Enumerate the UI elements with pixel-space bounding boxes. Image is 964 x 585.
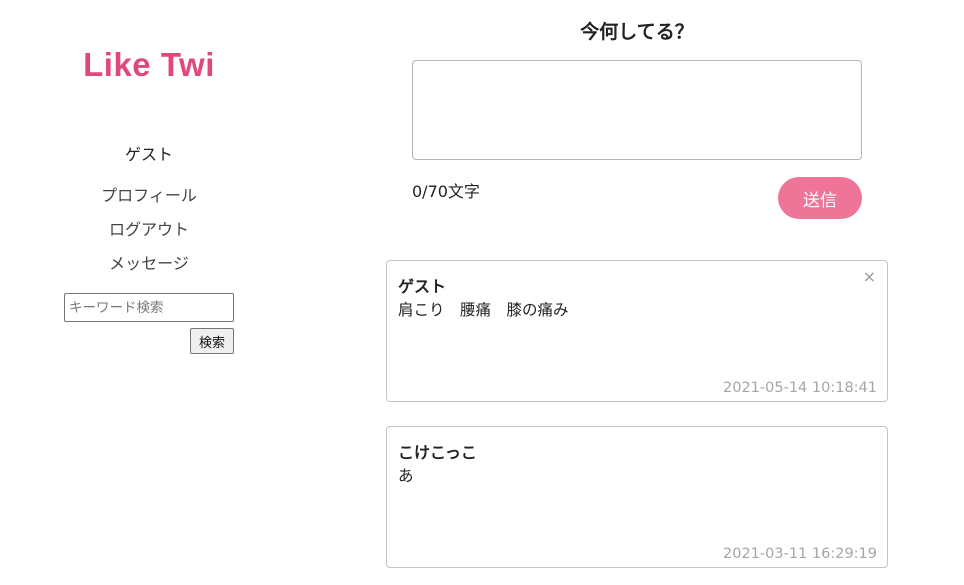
compose-textarea[interactable] (412, 60, 862, 160)
nav-logout-link[interactable]: ログアウト (60, 216, 238, 240)
delete-post-icon[interactable]: × (863, 269, 876, 285)
post-body: 肩こり 腰痛 膝の痛み (398, 301, 569, 319)
post-author[interactable]: ゲスト (398, 273, 446, 297)
current-username: ゲスト (124, 145, 173, 164)
nav-profile-link[interactable]: プロフィール (60, 182, 238, 206)
compose-heading: 今何してる？ (580, 21, 694, 43)
post-card: こけこっこ あ 2021-03-11 16:29:19 (386, 426, 888, 568)
send-button[interactable]: 送信 (778, 177, 862, 219)
post-body: あ (398, 467, 414, 485)
nav-message-link[interactable]: メッセージ (60, 250, 238, 274)
keyword-search-input[interactable] (64, 293, 234, 322)
app-logo[interactable]: Like Twi (70, 46, 228, 84)
character-counter: 0/70文字 (412, 182, 480, 201)
post-timestamp: 2021-03-11 16:29:19 (723, 546, 877, 562)
post-timestamp: 2021-05-14 10:18:41 (723, 380, 877, 396)
post-card: ゲスト × 肩こり 腰痛 膝の痛み 2021-05-14 10:18:41 (386, 260, 888, 402)
post-author[interactable]: こけこっこ (398, 439, 477, 463)
search-button[interactable]: 検索 (190, 328, 234, 354)
page: Like Twi ゲスト プロフィール ログアウト メッセージ 検索 今何してる… (0, 0, 964, 585)
